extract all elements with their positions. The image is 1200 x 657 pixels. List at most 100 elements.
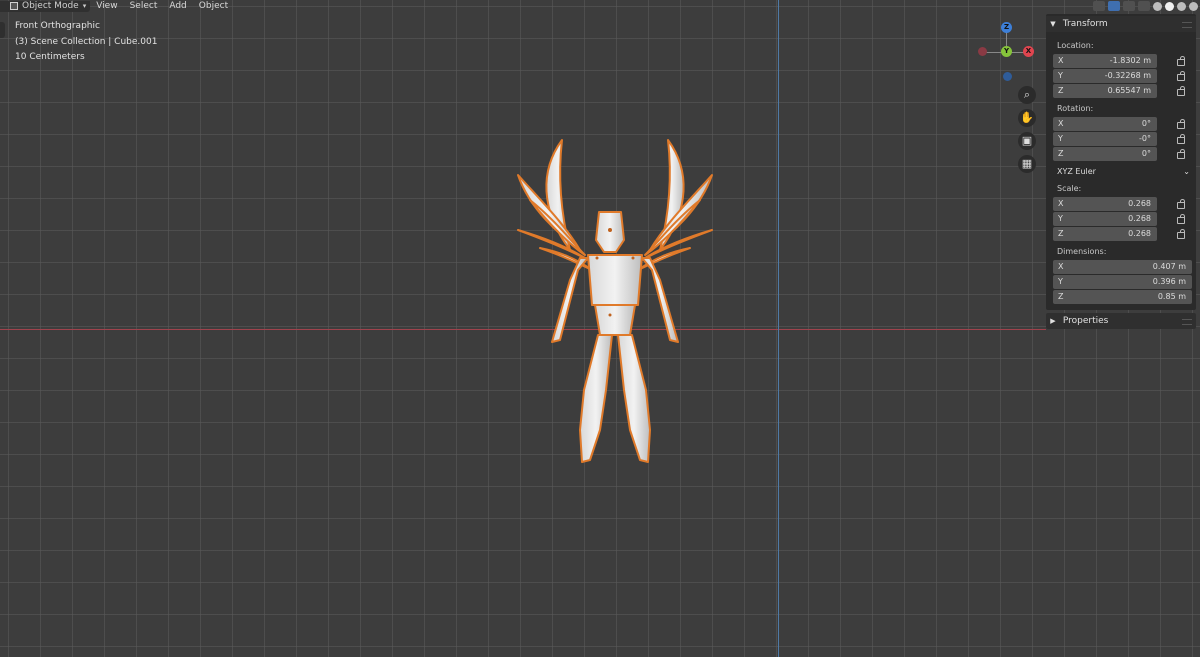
scale-x-field[interactable]: X 0.268 <box>1053 197 1157 211</box>
chevron-down-icon: ⌄ <box>1183 167 1190 176</box>
z-axis-line <box>778 0 779 657</box>
gizmo-x-axis[interactable]: X <box>1023 46 1034 57</box>
lock-icon[interactable] <box>1177 56 1185 66</box>
dimensions-y-value: 0.396 m <box>1152 277 1186 286</box>
viewport-header: Object Mode ▾ View Select Add Object <box>0 0 1200 12</box>
zoom-icon[interactable]: ⌕ <box>1018 86 1036 104</box>
wireframe-shading-icon[interactable] <box>1153 1 1162 11</box>
location-x-field[interactable]: X -1.8302 m <box>1053 54 1157 68</box>
scale-z-field[interactable]: Z 0.268 <box>1053 227 1157 241</box>
dimensions-x-value: 0.407 m <box>1152 262 1186 271</box>
right-leg <box>617 334 651 463</box>
lock-icon[interactable] <box>1177 199 1185 209</box>
gizmo-toggle-icon[interactable] <box>1108 1 1120 11</box>
grid-units: 10 Centimeters <box>15 52 85 62</box>
expand-arrow-icon: ▶ <box>1050 317 1056 325</box>
xray-toggle-icon[interactable] <box>1138 1 1150 11</box>
menu-add[interactable]: Add <box>163 1 192 11</box>
right-arm <box>641 257 679 343</box>
object-mode-icon <box>10 2 18 10</box>
torso <box>587 254 643 306</box>
dimensions-z-value: 0.85 m <box>1157 292 1186 301</box>
overlay-toggle-icon[interactable] <box>1123 1 1135 11</box>
mode-label: Object Mode <box>22 1 79 11</box>
rotation-y-value: -0° <box>1139 134 1151 143</box>
hand-pan-icon[interactable]: ✋ <box>1018 109 1036 127</box>
collapse-arrow-icon: ▼ <box>1050 20 1056 28</box>
axis-label: X <box>1058 262 1064 271</box>
left-leg <box>579 334 613 463</box>
solid-shading-icon[interactable] <box>1165 1 1174 11</box>
rendered-shading-icon[interactable] <box>1189 1 1198 11</box>
camera-icon[interactable]: ▣ <box>1018 132 1036 150</box>
axis-label: Z <box>1058 292 1064 301</box>
n-panel-sidebar: ▼ Transform Location: X -1.8302 m Y -0.322… <box>1046 14 1196 310</box>
scale-x-value: 0.268 <box>1128 199 1151 208</box>
mode-selector[interactable]: Object Mode ▾ <box>0 0 91 12</box>
transform-title: Transform <box>1062 19 1108 29</box>
lock-icon[interactable] <box>1177 119 1185 129</box>
axis-label: Y <box>1058 214 1063 223</box>
axis-label: Z <box>1058 229 1064 238</box>
axis-label: Z <box>1058 149 1064 158</box>
location-label: Location: <box>1057 41 1094 50</box>
properties-panel-header[interactable]: ▶ Properties <box>1046 313 1196 329</box>
lock-icon[interactable] <box>1177 229 1185 239</box>
visibility-icon[interactable] <box>1093 1 1105 11</box>
gizmo-y-axis[interactable]: Y <box>1001 46 1012 57</box>
gizmo-z-axis[interactable]: Z <box>1001 22 1012 33</box>
lock-icon[interactable] <box>1177 214 1185 224</box>
menu-object[interactable]: Object <box>193 1 234 11</box>
transform-panel-header[interactable]: ▼ Transform <box>1046 16 1196 32</box>
properties-title: Properties <box>1062 316 1109 326</box>
location-z-field[interactable]: Z 0.65547 m <box>1053 84 1157 98</box>
header-right-tools <box>1093 0 1200 12</box>
menu-select[interactable]: Select <box>124 1 164 11</box>
lock-icon[interactable] <box>1177 134 1185 144</box>
axis-label: Y <box>1058 71 1063 80</box>
rotation-y-field[interactable]: Y -0° <box>1053 132 1157 146</box>
location-x-value: -1.8302 m <box>1109 56 1151 65</box>
axis-label: Y <box>1058 277 1063 286</box>
material-shading-icon[interactable] <box>1177 1 1186 11</box>
scale-label: Scale: <box>1057 184 1082 193</box>
view-name: Front Orthographic <box>15 21 100 31</box>
grid-icon[interactable]: ▦ <box>1018 155 1036 173</box>
axis-label: X <box>1058 56 1064 65</box>
menu-view[interactable]: View <box>90 1 123 11</box>
dimensions-label: Dimensions: <box>1057 247 1107 256</box>
lock-icon[interactable] <box>1177 149 1185 159</box>
rotation-mode-value: XYZ Euler <box>1057 167 1096 176</box>
dimensions-z-field[interactable]: Z 0.85 m <box>1053 290 1192 304</box>
location-y-value: -0.32268 m <box>1104 71 1151 80</box>
angel-model[interactable] <box>500 130 730 475</box>
dimensions-y-field[interactable]: Y 0.396 m <box>1053 275 1192 289</box>
collection-info: (3) Scene Collection | Cube.001 <box>15 37 158 47</box>
scale-z-value: 0.268 <box>1128 229 1151 238</box>
axis-label: X <box>1058 199 1064 208</box>
lock-icon[interactable] <box>1177 71 1185 81</box>
axis-label: Z <box>1058 86 1064 95</box>
scale-y-field[interactable]: Y 0.268 <box>1053 212 1157 226</box>
rotation-label: Rotation: <box>1057 104 1094 113</box>
rotation-x-value: 0° <box>1141 119 1151 128</box>
left-arm <box>551 257 589 343</box>
rotation-z-field[interactable]: Z 0° <box>1053 147 1157 161</box>
rotation-x-field[interactable]: X 0° <box>1053 117 1157 131</box>
rotation-mode-select[interactable]: XYZ Euler ⌄ <box>1053 165 1192 179</box>
gizmo-neg-x-axis[interactable] <box>978 47 987 56</box>
axis-label: X <box>1058 119 1064 128</box>
dimensions-x-field[interactable]: X 0.407 m <box>1053 260 1192 274</box>
drag-grip-icon[interactable] <box>1182 22 1192 28</box>
gizmo-neg-z-axis[interactable] <box>1003 72 1012 81</box>
navigation-gizmo[interactable]: Z Y X <box>975 20 1035 85</box>
abdomen <box>594 304 636 336</box>
location-y-field[interactable]: Y -0.32268 m <box>1053 69 1157 83</box>
scale-y-value: 0.268 <box>1128 214 1151 223</box>
drag-grip-icon[interactable] <box>1182 319 1192 325</box>
lock-icon[interactable] <box>1177 86 1185 96</box>
chevron-down-icon: ▾ <box>82 2 87 10</box>
rotation-z-value: 0° <box>1141 149 1151 158</box>
toolbar-toggle-tab[interactable] <box>0 22 5 38</box>
location-z-value: 0.65547 m <box>1107 86 1151 95</box>
